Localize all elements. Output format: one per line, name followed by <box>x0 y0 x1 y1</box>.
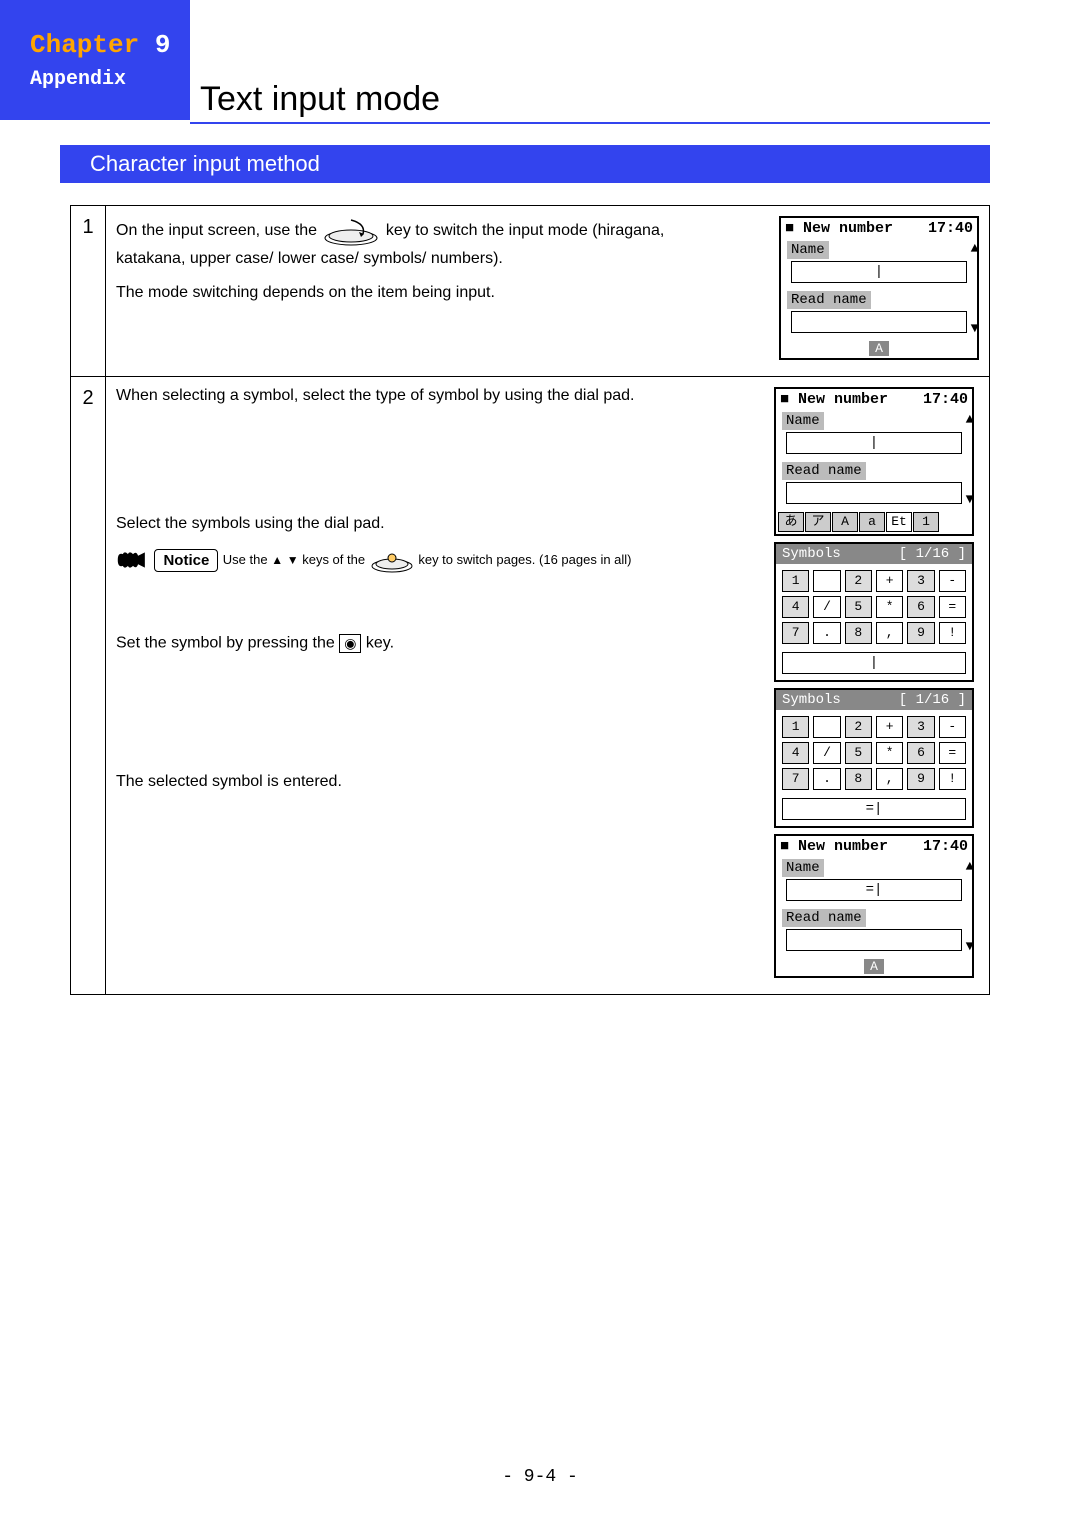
phone-title: New number <box>803 220 893 237</box>
symbol-entry-cursor: | <box>782 652 966 674</box>
mode-tab-selected: Et <box>886 512 912 532</box>
readname-field-value <box>791 311 967 333</box>
step-2-number: 2 <box>71 377 106 995</box>
step1-text-b: key to switch the input mode (hiragana, <box>386 222 664 239</box>
page-number: - 9-4 - <box>0 1467 1080 1487</box>
scroll-up-icon: ▲ <box>966 859 974 875</box>
chapter-number: 9 <box>155 30 171 60</box>
scroll-down-icon: ▼ <box>966 939 974 955</box>
page-title: Text input mode <box>200 80 440 119</box>
notice-text-c: key to switch pages. (16 pages in all) <box>418 552 631 567</box>
mode-tab: 1 <box>913 512 939 532</box>
mode-tab: a <box>859 512 885 532</box>
phone-screen-3: ■ New number 17:40 ▲ Name =| Read name ▼ <box>774 834 974 978</box>
step2-p1: When selecting a symbol, select the type… <box>116 387 754 405</box>
step1-text-a: On the input screen, use the <box>116 222 317 239</box>
chapter-word: Chapter <box>30 30 139 60</box>
down-arrow-icon: ▼ <box>287 553 299 567</box>
readname-field-label: Read name <box>787 291 871 309</box>
symbol-entry-entered: =| <box>782 798 966 820</box>
step-1-number: 1 <box>71 206 106 377</box>
name-field-value: | <box>791 261 967 283</box>
step2-p3b: key. <box>366 635 394 652</box>
section-heading: Character input method <box>60 145 990 183</box>
steps-table: 1 On the input screen, use the key to sw… <box>70 205 990 995</box>
notice-label: Notice <box>154 549 218 572</box>
step2-p3a: Set the symbol by pressing the <box>116 635 335 652</box>
step2-p4: The selected symbol is entered. <box>116 773 754 791</box>
step1-text-c: katakana, upper case/ lower case/ symbol… <box>116 250 503 267</box>
mode-tab: ア <box>805 512 831 532</box>
mode-tab: あ <box>778 512 804 532</box>
symbols-panel-1: Symbols [ 1/16 ] 1 2 + 3 - 4 / 5 <box>774 542 974 682</box>
phone-time: 17:40 <box>928 220 973 237</box>
step-1-content: On the input screen, use the key to swit… <box>106 206 990 377</box>
symbols-header-label: Symbols <box>782 546 841 562</box>
symbols-page-indicator: [ 1/16 ] <box>899 546 966 562</box>
notice-text-b: keys of the <box>302 552 365 567</box>
scroll-down-icon: ▼ <box>971 321 979 337</box>
appendix-label: Appendix <box>30 68 175 91</box>
symbols-grid: 1 2 + 3 - 4 / 5 * 6 = 7 <box>776 564 972 650</box>
scroll-up-icon: ▲ <box>966 412 974 428</box>
phone-screen-1: ■ New number 17:40 ▲ Name | Read name ▼ … <box>779 216 979 360</box>
phone-screen-2: ■ New number 17:40 ▲ Name | Read name ▼ <box>774 387 974 536</box>
input-mode-indicator: A <box>869 341 889 356</box>
chapter-label: Chapter 9 <box>30 30 175 60</box>
notice-text-a: Use the <box>223 552 268 567</box>
mode-tab: A <box>832 512 858 532</box>
joystick-key-icon <box>321 216 381 246</box>
scroll-up-icon: ▲ <box>971 241 979 257</box>
scroll-down-icon: ▼ <box>966 492 974 508</box>
joystick-key-icon <box>369 548 415 574</box>
step-2-content: When selecting a symbol, select the type… <box>106 377 990 995</box>
input-mode-tabs: あ ア A a Et 1 <box>776 510 972 534</box>
title-underline <box>190 122 990 124</box>
chapter-header: Chapter 9 Appendix <box>0 0 190 120</box>
step2-p2: Select the symbols using the dial pad. <box>116 515 754 533</box>
center-key-icon: ◉ <box>339 634 361 653</box>
symbols-panel-2: Symbols [ 1/16 ] 1 2 + 3 - 4 / 5 <box>774 688 974 828</box>
name-field-entered: =| <box>786 879 962 901</box>
up-arrow-icon: ▲ <box>271 553 283 567</box>
name-field-label: Name <box>787 241 829 259</box>
step1-text-d: The mode switching depends on the item b… <box>116 284 759 302</box>
speaker-icon <box>116 549 150 571</box>
notice-box: Notice Use the ▲ ▼ keys of the key t <box>116 548 754 574</box>
